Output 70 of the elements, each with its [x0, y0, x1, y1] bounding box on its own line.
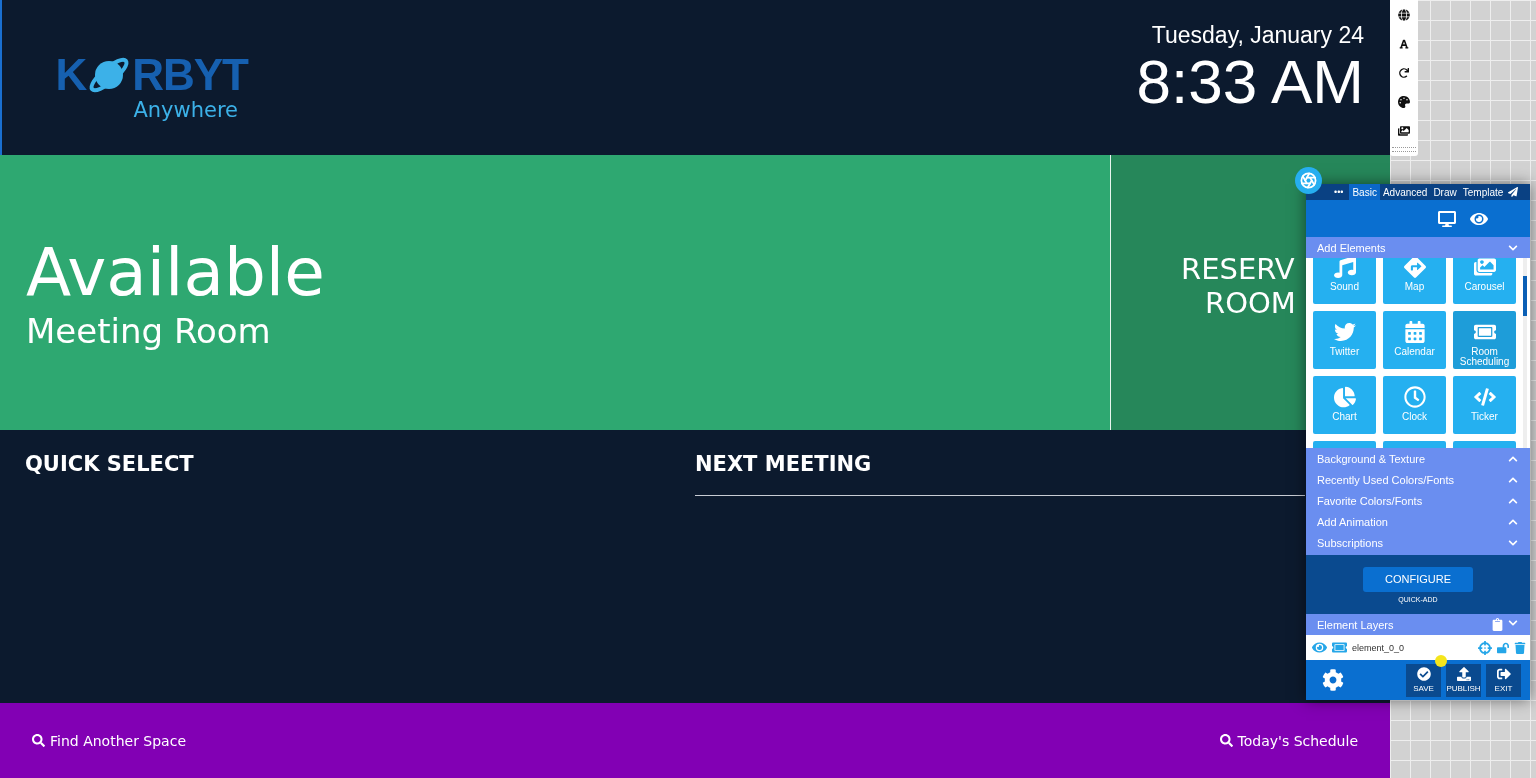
clipboard-icon[interactable] — [1491, 618, 1504, 631]
bird-icon — [1333, 321, 1356, 343]
header-label: Favorite Colors/Fonts — [1317, 494, 1423, 507]
date-text: Tuesday, January 24 — [1151, 22, 1364, 49]
action-button[interactable]: SAVE — [1406, 663, 1441, 697]
element-tile[interactable]: Carousel — [1453, 258, 1516, 304]
editor-tab[interactable]: Template — [1459, 184, 1507, 200]
reserve-room-label: RESERV — [1181, 251, 1295, 286]
footer-link[interactable]: Find Another Space — [32, 732, 186, 749]
action-button[interactable]: EXIT — [1486, 663, 1521, 697]
status-title: Available — [26, 234, 326, 311]
layer-row[interactable]: element_0_0 — [1306, 635, 1530, 660]
header-label: Subscriptions — [1317, 536, 1384, 549]
element-tile[interactable]: Calendar — [1383, 311, 1446, 369]
scrollbar-thumb[interactable] — [1523, 276, 1527, 316]
exit-icon — [1496, 667, 1511, 681]
element-tile[interactable]: Map — [1383, 258, 1446, 304]
clock-icon — [1403, 386, 1426, 408]
trash-icon[interactable] — [1514, 641, 1526, 654]
element-tile[interactable]: Room Scheduling — [1453, 311, 1516, 369]
header-label: Add Animation — [1317, 515, 1388, 528]
chevron-down-icon[interactable] — [1508, 618, 1518, 628]
text-icon[interactable] — [1397, 38, 1411, 50]
monitor-icon[interactable] — [1438, 209, 1456, 228]
layer-name: element_0_0 — [1352, 642, 1406, 653]
logo-letter: K — [55, 53, 87, 97]
images-icon[interactable] — [1397, 125, 1411, 137]
editor-tab[interactable]: Draw — [1430, 184, 1460, 200]
refresh-icon[interactable] — [1397, 67, 1411, 79]
section-title: QUICK SELECT — [25, 452, 194, 476]
element-tile[interactable]: Chart — [1313, 376, 1376, 434]
send-icon[interactable] — [1508, 187, 1519, 197]
time-text: 8:33 AM — [1136, 49, 1364, 115]
reserve-room-label: ROOM — [1205, 285, 1296, 320]
images-icon — [1473, 258, 1496, 278]
element-tile[interactable]: Clock — [1383, 376, 1446, 434]
element-tile[interactable]: Twitter — [1313, 311, 1376, 369]
element-tile[interactable]: Sound — [1313, 258, 1376, 304]
room-name: Meeting Room — [26, 310, 272, 351]
add-elements-header[interactable]: Add Elements — [1306, 237, 1530, 258]
header-label: Recently Used Colors/Fonts — [1317, 473, 1454, 486]
configure-button[interactable]: CONFIGURE — [1363, 566, 1473, 592]
music-note-icon — [1333, 258, 1356, 278]
header-label: Background & Texture — [1317, 452, 1426, 465]
eye-icon[interactable] — [1312, 640, 1327, 655]
search-icon — [32, 734, 45, 747]
element-tile[interactable]: Ticker — [1453, 376, 1516, 434]
check-icon — [1416, 667, 1431, 681]
ticket-icon — [1332, 640, 1347, 655]
search-icon — [1219, 734, 1233, 747]
calendar-icon — [1403, 321, 1426, 343]
header-label: Add Elements — [1317, 241, 1386, 254]
settings-icon[interactable] — [1322, 669, 1344, 691]
section-title: NEXT MEETING — [695, 452, 872, 476]
globe-icon[interactable] — [1397, 9, 1411, 21]
palette-icon[interactable] — [1397, 96, 1411, 108]
footer-link[interactable]: Today's Schedule — [1219, 732, 1358, 749]
pie-chart-icon — [1333, 386, 1356, 408]
more-menu[interactable]: ••• — [1334, 184, 1350, 200]
layers-header[interactable]: Element Layers — [1306, 614, 1530, 635]
unlock-icon[interactable] — [1497, 641, 1509, 654]
logo-tagline: Anywhere — [133, 98, 238, 122]
editor-tab[interactable]: Basic — [1349, 184, 1380, 200]
header-label: Element Layers — [1317, 618, 1394, 631]
code-icon — [1473, 386, 1496, 408]
logo-wordmark: RBYT — [132, 53, 248, 97]
upload-icon — [1456, 667, 1471, 681]
action-button[interactable]: PUBLISH — [1446, 663, 1481, 697]
crosshair-icon[interactable] — [1478, 640, 1492, 655]
direction-sign-icon — [1403, 258, 1426, 278]
